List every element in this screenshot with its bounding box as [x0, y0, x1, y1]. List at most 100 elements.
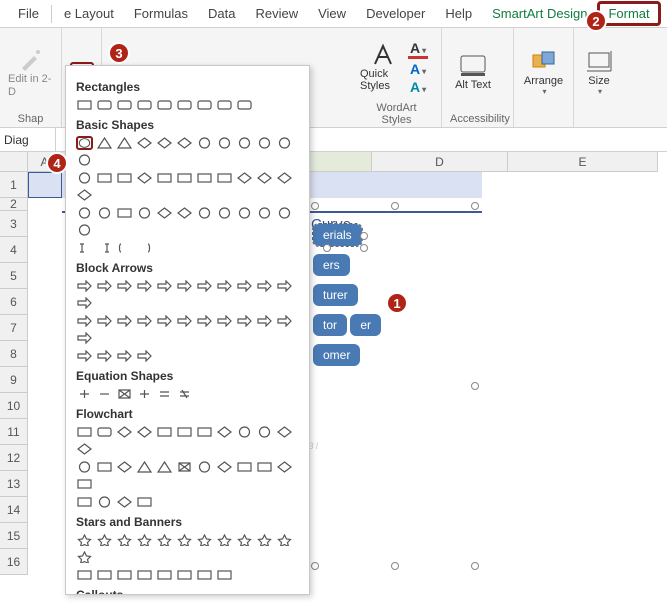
text-effects-button[interactable]: A	[408, 79, 428, 95]
shape-basicc11[interactable]	[76, 223, 93, 237]
shape-rect7[interactable]	[216, 98, 233, 112]
row-header[interactable]: 6	[0, 289, 28, 315]
shape-arrow8[interactable]	[236, 279, 253, 293]
shape-rect6[interactable]	[196, 98, 213, 112]
tab-developer[interactable]: Developer	[356, 1, 435, 26]
shape-flow7[interactable]	[216, 425, 233, 439]
smartart-node[interactable]: er	[350, 314, 381, 336]
smartart-node[interactable]: erials	[313, 224, 362, 246]
shape-basicc10[interactable]	[276, 206, 293, 220]
shape-flowc0[interactable]	[76, 495, 93, 509]
shape-banner4[interactable]	[156, 568, 173, 582]
tab-file[interactable]: File	[8, 1, 49, 26]
smartart-node[interactable]: omer	[313, 344, 360, 366]
shape-basic8[interactable]	[236, 136, 253, 150]
tab-help[interactable]: Help	[435, 1, 482, 26]
shape-basicc0[interactable]	[76, 206, 93, 220]
shape-arrowc0[interactable]	[76, 349, 93, 363]
shape-brace0[interactable]	[76, 241, 93, 255]
resize-handle[interactable]	[471, 202, 479, 210]
col-header-e[interactable]: E	[508, 152, 658, 172]
shape-arrowb10[interactable]	[276, 314, 293, 328]
shape-banner0[interactable]	[76, 568, 93, 582]
shape-banner2[interactable]	[116, 568, 133, 582]
quick-styles-button[interactable]: Quick Styles	[360, 32, 406, 102]
shape-basicb11[interactable]	[76, 188, 93, 202]
shape-flow10[interactable]	[276, 425, 293, 439]
shape-basicc9[interactable]	[256, 206, 273, 220]
shape-basic11[interactable]	[76, 153, 93, 167]
shape-basicc8[interactable]	[236, 206, 253, 220]
shape-arrowb11[interactable]	[76, 331, 93, 345]
shape-flow1[interactable]	[96, 425, 113, 439]
shape-eq0[interactable]	[76, 387, 93, 401]
shape-star8[interactable]	[236, 533, 253, 547]
shape-star4[interactable]	[156, 533, 173, 547]
row-header[interactable]: 1	[0, 172, 28, 198]
size-button[interactable]: Size	[582, 38, 616, 108]
shape-rect2[interactable]	[116, 98, 133, 112]
shape-arrowb5[interactable]	[176, 314, 193, 328]
shape-eq1[interactable]	[96, 387, 113, 401]
shape-brace3[interactable]	[136, 241, 153, 255]
shape-arrow9[interactable]	[256, 279, 273, 293]
shape-eq5[interactable]	[176, 387, 193, 401]
shape-eq3[interactable]	[136, 387, 153, 401]
shape-basicb1[interactable]	[96, 171, 113, 185]
shape-star1[interactable]	[96, 533, 113, 547]
shape-arrowb4[interactable]	[156, 314, 173, 328]
shape-flowb1[interactable]	[96, 460, 113, 474]
shape-star3[interactable]	[136, 533, 153, 547]
resize-handle[interactable]	[471, 562, 479, 570]
shape-banner6[interactable]	[196, 568, 213, 582]
shape-banner3[interactable]	[136, 568, 153, 582]
resize-handle[interactable]	[471, 382, 479, 390]
shape-flowb8[interactable]	[236, 460, 253, 474]
shape-arrowc1[interactable]	[96, 349, 113, 363]
shape-basic0[interactable]	[76, 136, 93, 150]
shape-flow9[interactable]	[256, 425, 273, 439]
shape-rect4[interactable]	[156, 98, 173, 112]
shape-flow0[interactable]	[76, 425, 93, 439]
smartart-canvas[interactable]: erials ers turer tor er omer	[315, 206, 475, 566]
shape-arrow5[interactable]	[176, 279, 193, 293]
row-header[interactable]: 12	[0, 445, 28, 471]
shape-brace2[interactable]	[116, 241, 133, 255]
resize-handle[interactable]	[311, 562, 319, 570]
shape-basicb7[interactable]	[216, 171, 233, 185]
shape-flowb0[interactable]	[76, 460, 93, 474]
shape-star6[interactable]	[196, 533, 213, 547]
row-header[interactable]: 14	[0, 497, 28, 523]
shape-star11[interactable]	[76, 550, 93, 564]
text-fill-button[interactable]: A	[408, 40, 428, 59]
shape-basic3[interactable]	[136, 136, 153, 150]
shape-arrowc2[interactable]	[116, 349, 133, 363]
tab-data[interactable]: Data	[198, 1, 245, 26]
shape-basic2[interactable]	[116, 136, 133, 150]
shape-basicc5[interactable]	[176, 206, 193, 220]
row-header[interactable]: 4	[0, 237, 28, 263]
shape-arrowb9[interactable]	[256, 314, 273, 328]
shape-flowc1[interactable]	[96, 495, 113, 509]
shape-star7[interactable]	[216, 533, 233, 547]
shape-basic6[interactable]	[196, 136, 213, 150]
shape-arrow10[interactable]	[276, 279, 293, 293]
shape-flow11[interactable]	[76, 442, 93, 456]
shape-basic4[interactable]	[156, 136, 173, 150]
shape-rect8[interactable]	[236, 98, 253, 112]
shape-arrow11[interactable]	[76, 296, 93, 310]
shape-basic5[interactable]	[176, 136, 193, 150]
shape-rect5[interactable]	[176, 98, 193, 112]
shape-basicb5[interactable]	[176, 171, 193, 185]
tab-pagelayout[interactable]: e Layout	[54, 1, 124, 26]
shape-eq4[interactable]	[156, 387, 173, 401]
shape-basicc7[interactable]	[216, 206, 233, 220]
shape-basicb8[interactable]	[236, 171, 253, 185]
shape-arrowb1[interactable]	[96, 314, 113, 328]
shape-basicb6[interactable]	[196, 171, 213, 185]
text-outline-button[interactable]: A	[408, 61, 428, 77]
shape-star10[interactable]	[276, 533, 293, 547]
shape-rect3[interactable]	[136, 98, 153, 112]
shape-arrowb0[interactable]	[76, 314, 93, 328]
node-handle[interactable]	[360, 232, 368, 240]
